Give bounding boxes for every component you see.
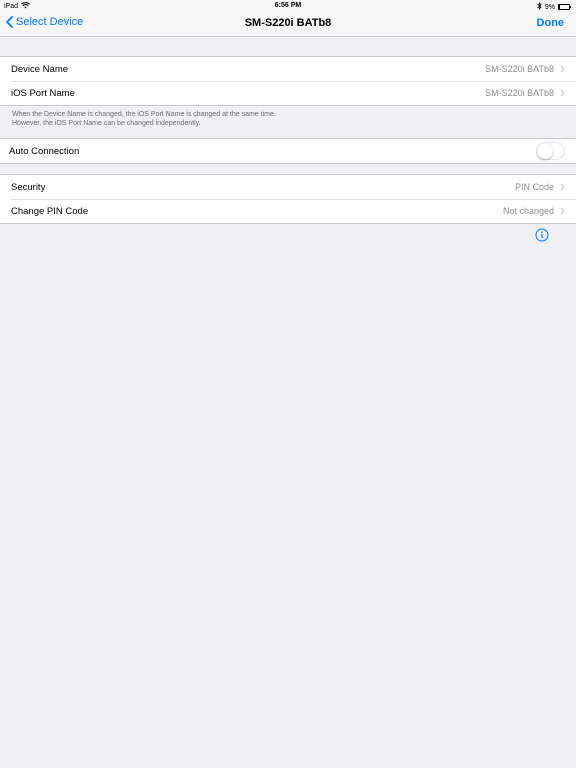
done-button[interactable]: Done	[537, 17, 565, 29]
change-pin-code-label: Change PIN Code	[11, 205, 89, 217]
auto-connection-label: Auto Connection	[9, 145, 80, 157]
info-button[interactable]	[535, 228, 549, 242]
status-time: 6:56 PM	[274, 2, 302, 9]
auto-connection-group: Auto Connection	[0, 138, 576, 164]
battery-percent: 9%	[544, 3, 555, 11]
ios-port-name-value: SM-S220i BATb8	[485, 88, 554, 98]
status-bar: iPad 6:56 PM 9%	[0, 0, 576, 12]
auto-connection-row: Auto Connection	[0, 139, 576, 163]
chevron-right-icon	[560, 207, 565, 215]
info-icon	[535, 228, 549, 242]
status-right: 9%	[537, 2, 571, 12]
page-title: SM-S220i BATb8	[244, 17, 332, 29]
bluetooth-icon	[537, 2, 542, 12]
change-pin-code-value: Not changed	[502, 206, 554, 216]
device-name-group: Device Name SM-S220i BATb8 iOS Port Name…	[0, 56, 576, 106]
chevron-right-icon	[560, 65, 565, 73]
security-row[interactable]: Security PIN Code	[0, 175, 576, 199]
toggle-knob	[537, 143, 553, 159]
security-group: Security PIN Code Change PIN Code Not ch…	[0, 174, 576, 224]
device-name-value: SM-S220i BATb8	[485, 64, 554, 74]
footer-note-line-1: When the Device Name is changed, the iOS…	[12, 111, 276, 118]
device-name-row[interactable]: Device Name SM-S220i BATb8	[0, 57, 576, 81]
battery-icon	[558, 4, 571, 10]
auto-connection-toggle[interactable]	[536, 142, 565, 160]
navigation-bar: Select Device SM-S220i BATb8 Done	[0, 12, 576, 37]
security-value: PIN Code	[514, 182, 554, 192]
change-pin-code-row[interactable]: Change PIN Code Not changed	[0, 199, 576, 223]
chevron-right-icon	[560, 183, 565, 191]
device-name-footer-note: When the Device Name is changed, the iOS…	[12, 110, 532, 128]
footer-note-line-2: However, the iOS Port Name can be change…	[12, 120, 201, 127]
ios-port-name-row[interactable]: iOS Port Name SM-S220i BATb8	[0, 81, 576, 105]
ios-port-name-label: iOS Port Name	[11, 87, 75, 99]
security-label: Security	[11, 181, 46, 193]
device-name-label: Device Name	[11, 63, 69, 75]
chevron-right-icon	[560, 89, 565, 97]
